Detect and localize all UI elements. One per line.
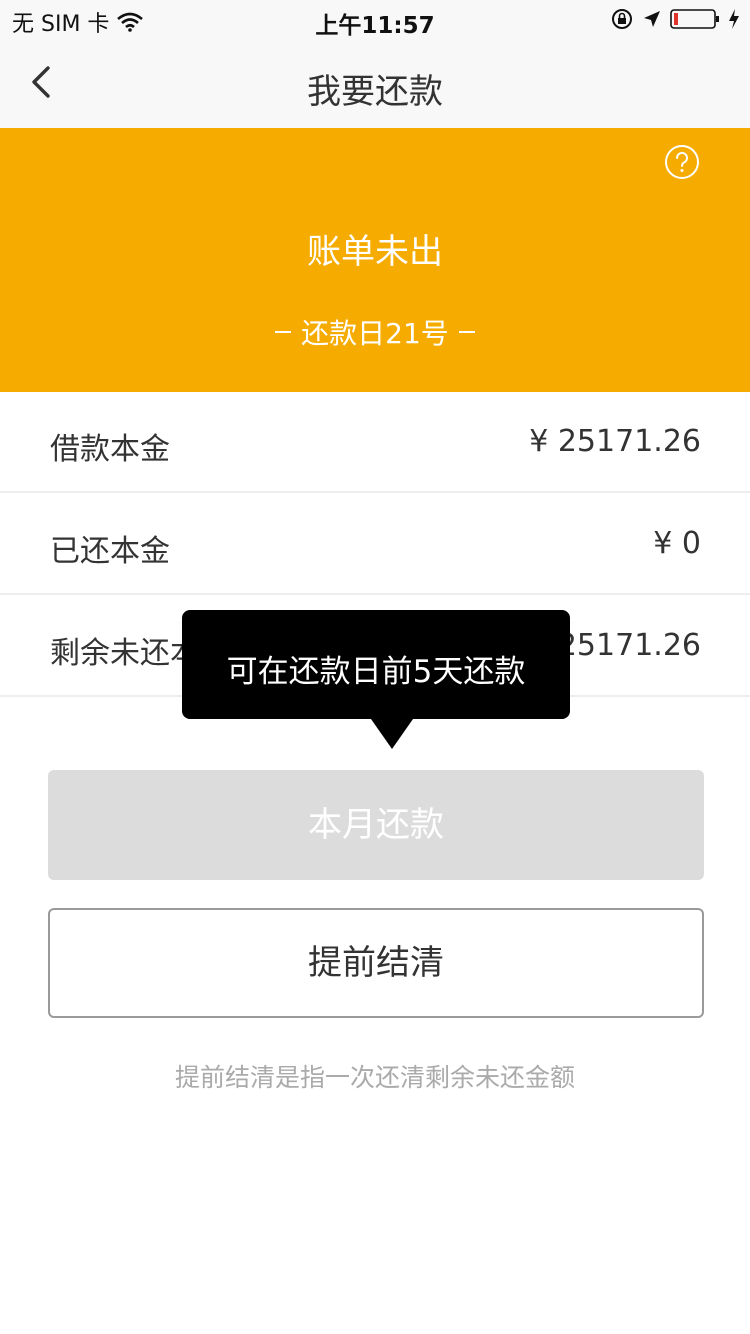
repayment-day: 还款日21号 — [0, 312, 750, 352]
repayment-day-text: 还款日21号 — [301, 317, 449, 350]
orientation-lock-icon — [612, 9, 632, 29]
status-indicators — [610, 7, 740, 31]
bill-status-text: 账单未出 — [307, 232, 443, 272]
principal-row: 借款本金 ¥ 25171.26 — [0, 392, 750, 493]
location-arrow-icon — [644, 11, 660, 27]
repaid-principal-row: 已还本金 ¥ 0 — [0, 494, 750, 595]
early-settlement-button[interactable]: 提前结清 — [48, 908, 704, 1018]
settlement-note: 提前结清是指一次还清剩余未还金额 — [174, 1063, 575, 1092]
row-value: ¥ 25171.26 — [529, 424, 701, 459]
tooltip-arrow — [371, 719, 413, 749]
row-label: 已还本金 — [50, 534, 170, 569]
page-title: 我要还款 — [307, 72, 443, 112]
charging-bolt-icon — [729, 9, 739, 29]
status-bar: 无 SIM 卡 上午11:57 — [0, 0, 750, 40]
battery-icon — [670, 9, 719, 29]
bill-status-banner: 账单未出 还款日21号 — [0, 128, 750, 392]
tooltip-text: 可在还款日前5天还款 — [226, 654, 526, 690]
repayment-tooltip: 可在还款日前5天还款 — [182, 610, 570, 749]
left-dash — [275, 331, 292, 333]
help-question-icon[interactable] — [664, 144, 700, 180]
monthly-repayment-button[interactable]: 本月还款 — [48, 770, 704, 880]
row-label: 借款本金 — [50, 432, 170, 467]
navigation-bar: 我要还款 — [0, 40, 750, 128]
row-value: ¥ 0 — [653, 526, 701, 561]
right-dash — [458, 331, 475, 333]
